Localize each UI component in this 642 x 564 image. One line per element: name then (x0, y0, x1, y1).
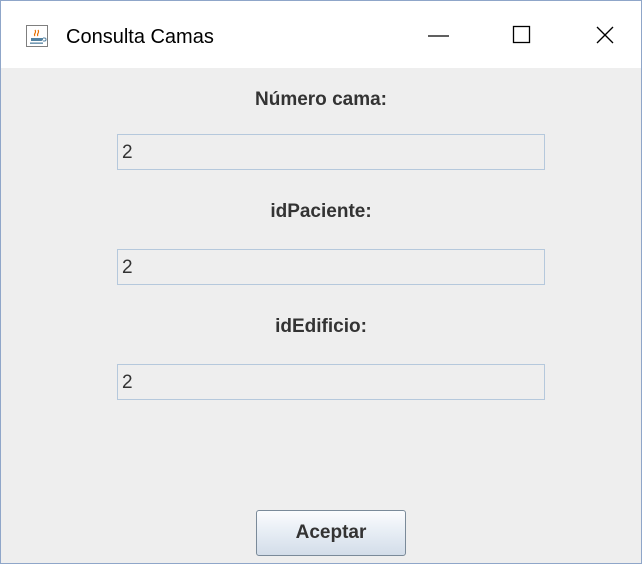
close-icon (596, 26, 614, 44)
id-edificio-label: idEdificio: (275, 316, 367, 337)
close-button[interactable] (559, 1, 642, 68)
form-panel: Número cama: 2 idPaciente: 2 idEdificio:… (1, 68, 641, 563)
title-bar[interactable]: Consulta Camas (1, 1, 641, 68)
app-window: Consulta Camas Número cama: 2 idPaciente… (0, 0, 642, 564)
java-coffee-icon (26, 25, 48, 47)
numero-cama-field[interactable]: 2 (117, 134, 545, 170)
id-paciente-field[interactable]: 2 (117, 249, 545, 285)
maximize-icon (512, 25, 531, 44)
numero-cama-label: Número cama: (255, 89, 387, 110)
aceptar-button[interactable]: Aceptar (256, 510, 406, 556)
id-edificio-field[interactable]: 2 (117, 364, 545, 400)
minimize-icon (428, 35, 449, 37)
id-paciente-label: idPaciente: (270, 201, 372, 222)
window-title: Consulta Camas (66, 26, 214, 48)
maximize-button[interactable] (475, 1, 567, 68)
minimize-button[interactable] (394, 1, 486, 68)
